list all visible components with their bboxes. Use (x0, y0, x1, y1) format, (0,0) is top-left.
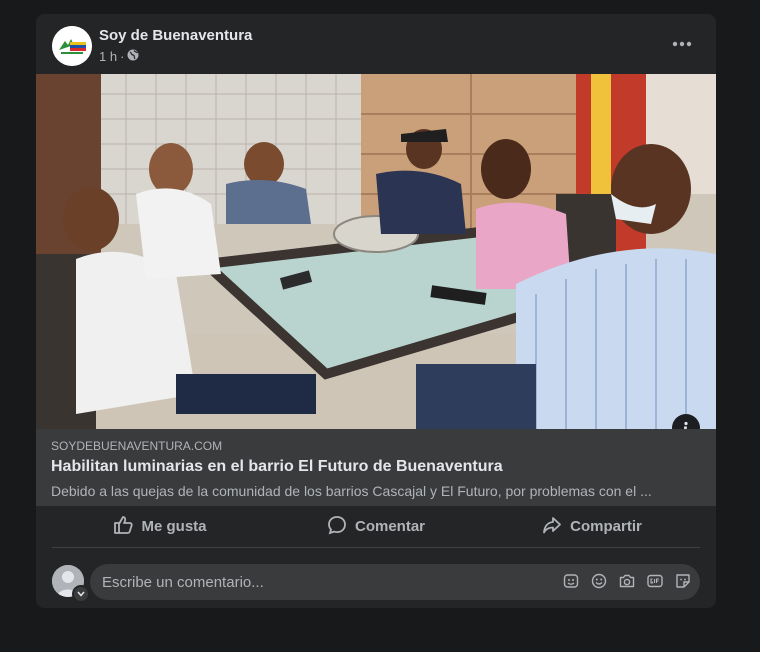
gif-icon[interactable] (646, 572, 664, 590)
link-domain: SOYDEBUENAVENTURA.COM (51, 439, 223, 453)
like-button[interactable]: Me gusta (52, 506, 268, 547)
share-label: Compartir (570, 518, 642, 535)
share-button[interactable]: Compartir (484, 506, 700, 547)
like-label: Me gusta (141, 518, 207, 535)
meta-separator: · (120, 49, 125, 64)
comment-label: Comentar (354, 518, 425, 535)
comment-composer: Escribe un comentario... (52, 564, 700, 603)
emoji-icon[interactable] (590, 572, 608, 590)
more-options-icon[interactable] (668, 32, 696, 56)
page-name[interactable]: Soy de Buenaventura (99, 27, 252, 44)
share-arrow-icon (542, 515, 562, 539)
post-header: Soy de Buenaventura 1 h · (36, 14, 716, 74)
avatar-sticker-icon[interactable] (562, 572, 580, 590)
page-avatar[interactable] (52, 26, 92, 66)
comment-tools (562, 572, 692, 590)
camera-icon[interactable] (618, 572, 636, 590)
link-preview[interactable]: SOYDEBUENAVENTURA.COM Habilitan luminari… (36, 429, 716, 506)
comment-bubble-icon (327, 515, 347, 539)
sticker-icon[interactable] (674, 572, 692, 590)
comment-button[interactable]: Comentar (268, 506, 484, 547)
globe-icon (127, 49, 139, 64)
post-photo[interactable] (36, 74, 716, 429)
post-actions: Me gusta Comentar Compartir (52, 506, 700, 548)
post-time[interactable]: 1 h (99, 49, 117, 64)
link-description: Debido a las quejas de la comunidad de l… (51, 483, 652, 499)
post-card: Soy de Buenaventura 1 h · SOYDEBUENAVENT… (36, 14, 716, 608)
comment-input[interactable]: Escribe un comentario... (90, 564, 700, 600)
link-title[interactable]: Habilitan luminarias en el barrio El Fut… (51, 458, 503, 476)
comment-placeholder: Escribe un comentario... (102, 574, 264, 591)
chevron-down-icon[interactable] (72, 585, 90, 603)
post-meta: 1 h · (99, 49, 139, 64)
thumbs-up-icon (113, 515, 134, 539)
